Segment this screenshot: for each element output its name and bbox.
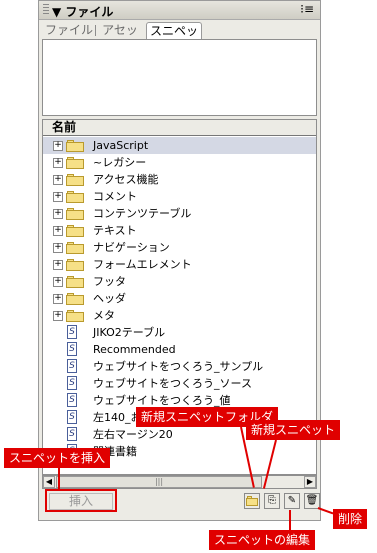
snippet-item[interactable]: S ウェブサイトをつくろう_サンプル — [43, 358, 316, 375]
expand-icon[interactable]: + — [53, 243, 63, 253]
snippet-icon: S — [67, 342, 77, 356]
item-label: JavaScript — [93, 139, 149, 152]
snippet-item[interactable]: S ウェブサイトをつくろう_ソース — [43, 375, 316, 392]
item-label: テキスト — [93, 224, 137, 237]
snippet-folder[interactable]: + ヘッダ — [43, 290, 316, 307]
item-label: ウェブサイトをつくろう_ソース — [93, 377, 252, 390]
panel-title[interactable]: ▼ ファイル — [52, 3, 113, 20]
item-label: JIKO2テーブル — [93, 326, 166, 339]
trash-icon: 🗑 — [305, 495, 319, 506]
column-header-name[interactable]: 名前 — [43, 120, 316, 136]
folder-icon — [66, 208, 84, 220]
new-snippet-folder-button[interactable] — [244, 493, 260, 509]
folder-icon — [66, 140, 84, 152]
item-label: フォームエレメント — [93, 258, 192, 271]
snippet-icon: S — [67, 359, 77, 373]
callout-new-snippet: 新規スニペット — [246, 420, 341, 440]
horizontal-scrollbar[interactable]: ◀ ||| ▶ — [42, 475, 317, 489]
snippet-folder[interactable]: + フォームエレメント — [43, 256, 316, 273]
expand-icon[interactable]: + — [53, 294, 63, 304]
panel-options-icon[interactable]: ⁝≡ — [300, 2, 314, 16]
snippet-item[interactable]: S Recommended — [43, 341, 316, 358]
snippet-icon: S — [67, 325, 77, 339]
snippets-panel: ▼ ファイル ⁝≡ ファイル アセット スニペット 名前 + JavaScript… — [38, 0, 321, 521]
snippet-folder[interactable]: + ナビゲーション — [43, 239, 316, 256]
edit-snippet-button[interactable]: ✎ — [284, 493, 300, 509]
callout-insert-pointer — [58, 468, 60, 490]
callout-insert: スニペットを挿入 — [4, 448, 111, 468]
snippet-folder[interactable]: + テキスト — [43, 222, 316, 239]
snippet-folder[interactable]: + コンテンツテーブル — [43, 205, 316, 222]
snippet-folder[interactable]: + アクセス機能 — [43, 171, 316, 188]
snippet-folder[interactable]: + JavaScript — [43, 137, 316, 154]
snippet-item[interactable]: S JIKO2テーブル — [43, 324, 316, 341]
snippet-folder[interactable]: + コメント — [43, 188, 316, 205]
item-label: コメント — [93, 190, 137, 203]
expand-icon[interactable]: + — [53, 260, 63, 270]
item-label: メタ — [93, 309, 115, 322]
new-snippet-button[interactable]: ⎘ — [264, 493, 280, 509]
item-label: フッタ — [93, 275, 126, 288]
expand-icon[interactable]: + — [53, 311, 63, 321]
expand-icon[interactable]: + — [53, 192, 63, 202]
expand-icon[interactable]: + — [53, 209, 63, 219]
snippet-folder[interactable]: + ~レガシー — [43, 154, 316, 171]
expand-icon[interactable]: + — [53, 226, 63, 236]
expand-icon[interactable]: + — [53, 277, 63, 287]
callout-edit-pointer — [289, 510, 291, 530]
item-label: ~レガシー — [93, 156, 147, 169]
scroll-right-arrow[interactable]: ▶ — [304, 476, 316, 488]
tab-snippets[interactable]: スニペット — [146, 22, 202, 54]
item-label: ウェブサイトをつくろう_サンプル — [93, 360, 264, 373]
folder-icon — [66, 259, 84, 271]
folder-icon — [66, 225, 84, 237]
item-label: ヘッダ — [93, 292, 126, 305]
tab-assets[interactable]: アセット — [97, 22, 143, 53]
folder-icon — [66, 310, 84, 322]
item-label: Recommended — [93, 343, 176, 356]
item-label: コンテンツテーブル — [93, 207, 192, 220]
folder-icon — [66, 157, 84, 169]
tab-divider — [95, 25, 96, 36]
scroll-left-arrow[interactable]: ◀ — [43, 476, 55, 488]
item-label: 左右マージン20 — [93, 428, 173, 441]
snippet-preview-area — [42, 39, 317, 116]
scroll-thumb[interactable]: ||| — [56, 476, 262, 488]
folder-icon — [246, 496, 258, 506]
expand-icon[interactable]: + — [53, 141, 63, 151]
item-label: ナビゲーション — [93, 241, 170, 254]
callout-delete: 削除 — [333, 509, 368, 529]
folder-icon — [66, 293, 84, 305]
snippet-folder[interactable]: + フッタ — [43, 273, 316, 290]
snippet-icon: S — [67, 376, 77, 390]
folder-icon — [66, 191, 84, 203]
new-document-icon: ⎘ — [268, 495, 276, 506]
item-label: アクセス機能 — [93, 173, 159, 186]
panel-tabs: ファイル アセット スニペット — [39, 20, 320, 54]
snippet-folder[interactable]: + メタ — [43, 307, 316, 324]
panel-titlebar[interactable]: ▼ ファイル ⁝≡ — [39, 1, 320, 20]
callout-edit: スニペットの編集 — [209, 530, 316, 550]
folder-icon — [66, 174, 84, 186]
folder-icon — [66, 242, 84, 254]
expand-icon[interactable]: + — [53, 175, 63, 185]
folder-icon — [66, 276, 84, 288]
snippet-icon: S — [67, 393, 77, 407]
snippet-icon: S — [67, 427, 77, 441]
gripper-icon[interactable] — [43, 4, 49, 16]
expand-icon[interactable]: + — [53, 158, 63, 168]
insert-highlight — [45, 489, 117, 512]
tab-files[interactable]: ファイル — [45, 22, 93, 39]
edit-icon: ✎ — [287, 495, 297, 506]
snippet-icon: S — [67, 410, 77, 424]
